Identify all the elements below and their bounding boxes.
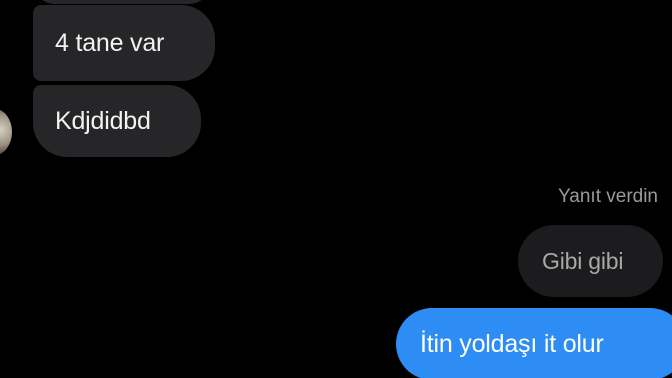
- reply-indicator: Yanıt verdin: [558, 186, 658, 207]
- incoming-message-bubble[interactable]: 4 tane var: [33, 5, 215, 81]
- outgoing-message-bubble[interactable]: İtin yoldaşı it olur: [396, 308, 672, 378]
- message-text: Kdjdidbd: [55, 106, 151, 135]
- message-text: 4 tane var: [55, 28, 165, 57]
- previous-message-bubble[interactable]: [33, 0, 211, 4]
- chat-thread: 4 tane var Kdjdidbd Yanıt verdin Gibi gi…: [0, 0, 672, 378]
- quoted-message-text: Gibi gibi: [542, 247, 624, 274]
- quoted-message-bubble[interactable]: Gibi gibi: [518, 225, 663, 297]
- sender-avatar[interactable]: [0, 109, 12, 155]
- incoming-message-bubble[interactable]: Kdjdidbd: [33, 85, 201, 157]
- message-text: İtin yoldaşı it olur: [420, 329, 604, 358]
